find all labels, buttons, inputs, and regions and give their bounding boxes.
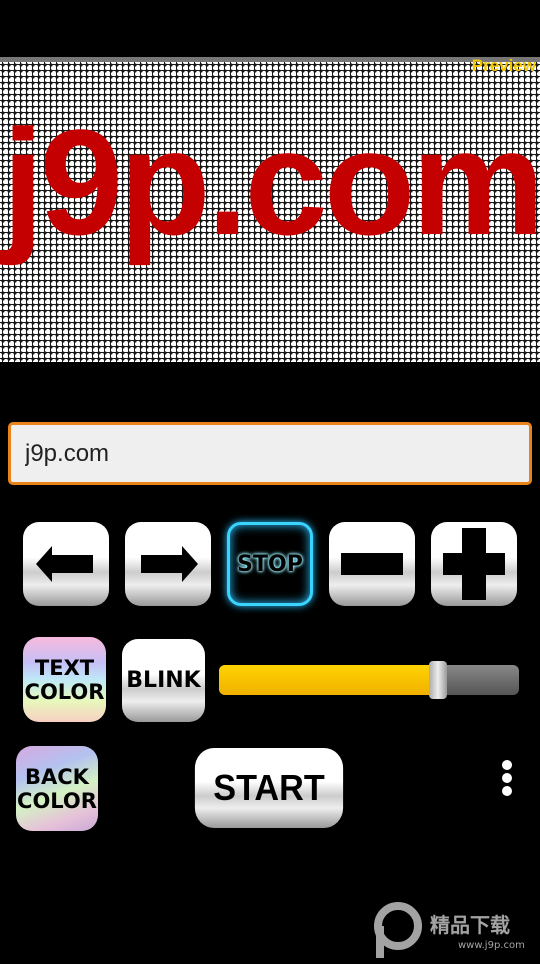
watermark-logo: 精品下载 www.j9p.com	[372, 900, 540, 960]
svg-text:精品下载: 精品下载	[430, 913, 510, 937]
speed-slider[interactable]	[219, 661, 519, 699]
plus-icon	[443, 528, 505, 600]
scroll-right-button[interactable]	[125, 522, 211, 606]
back-color-line1: BACK	[25, 764, 89, 789]
text-color-button[interactable]: TEXT COLOR	[23, 637, 106, 722]
text-color-line2: COLOR	[24, 679, 105, 704]
back-color-line2: COLOR	[17, 788, 97, 813]
preview-label: Preview	[471, 56, 536, 75]
scroll-left-button[interactable]	[23, 522, 109, 606]
increase-button[interactable]	[431, 522, 517, 606]
decrease-button[interactable]	[329, 522, 415, 606]
text-color-line1: TEXT	[34, 655, 95, 680]
led-preview-display: j9p.com	[0, 62, 540, 362]
led-text: j9p.com	[2, 98, 540, 266]
blink-button[interactable]: BLINK	[122, 639, 205, 722]
speed-slider-thumb[interactable]	[429, 661, 447, 699]
back-color-button[interactable]: BACK COLOR	[16, 746, 98, 831]
arrow-left-icon	[36, 546, 93, 582]
speed-slider-fill	[219, 665, 438, 695]
svg-text:www.j9p.com: www.j9p.com	[458, 940, 525, 951]
stop-button[interactable]: STOP	[227, 522, 313, 606]
minus-icon	[341, 553, 403, 575]
message-input[interactable]	[8, 422, 532, 485]
start-button[interactable]: START	[194, 748, 344, 828]
arrow-right-icon	[141, 546, 198, 582]
overflow-menu-icon[interactable]	[498, 760, 516, 796]
